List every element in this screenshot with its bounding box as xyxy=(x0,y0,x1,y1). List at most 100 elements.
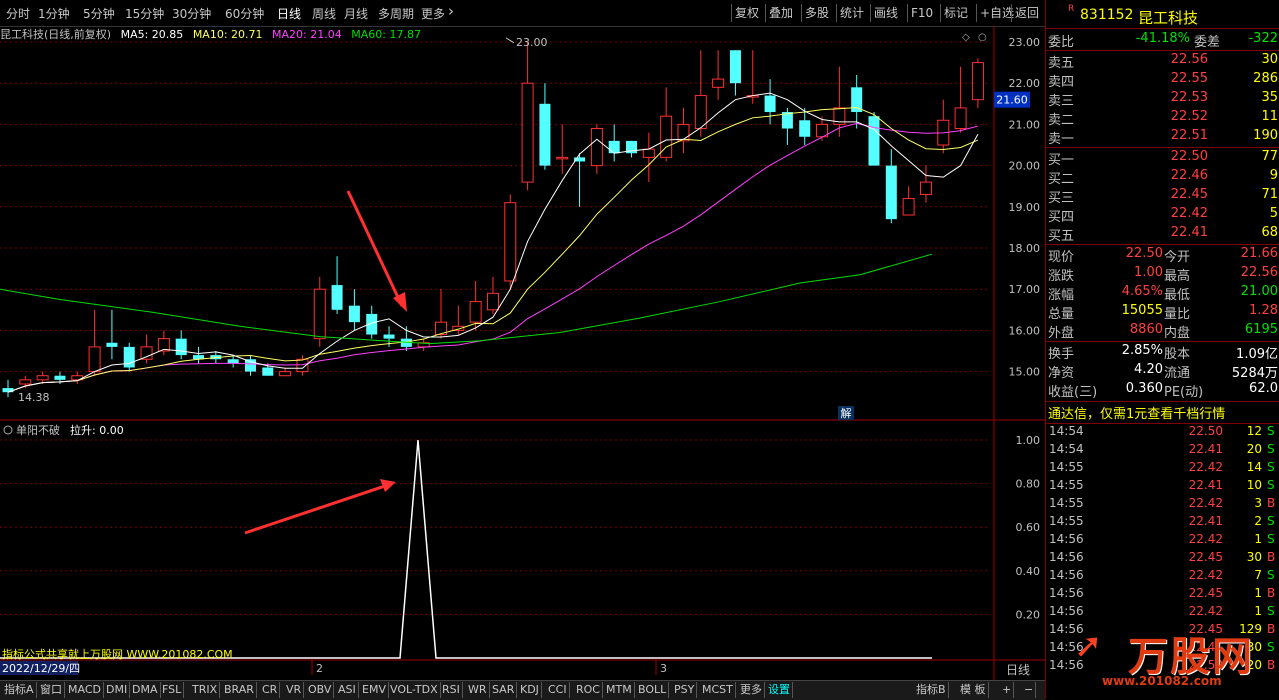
period-tab-7[interactable]: 周线 xyxy=(312,5,336,22)
candle-up[interactable] xyxy=(919,181,932,195)
toolbar-button-4[interactable]: 画线 xyxy=(870,4,901,22)
candle-down[interactable] xyxy=(885,165,897,220)
candle-up[interactable] xyxy=(642,148,655,158)
toolbar-button-3[interactable]: 统计 xyxy=(836,4,867,22)
period-tab-2[interactable]: 5分钟 xyxy=(83,5,115,22)
indicator-tab-5[interactable]: FSL xyxy=(160,682,185,698)
indicator-tab-24[interactable]: 更多 xyxy=(738,682,765,698)
tick-row-7: 14:56 22.45 30 B xyxy=(1046,550,1279,568)
candle-up[interactable] xyxy=(19,379,32,385)
candle-up[interactable] xyxy=(36,375,49,381)
indicator-tab-10[interactable]: OBV xyxy=(306,682,335,698)
indicator-tab-6[interactable]: TRIX xyxy=(190,682,221,698)
indicator-tab-11[interactable]: ASI xyxy=(336,682,359,698)
indicator-tab-13[interactable]: VOL-TDX xyxy=(388,682,441,698)
period-tab-0[interactable]: 分时 xyxy=(6,5,30,22)
period-tab-8[interactable]: 月线 xyxy=(344,5,368,22)
indicator-tab-18[interactable]: CCI xyxy=(546,682,570,698)
toolbar-button-6[interactable]: 标记 xyxy=(940,4,971,22)
indicator-tab-20[interactable]: MTM xyxy=(604,682,635,698)
candlestick-chart[interactable]: 23.00 22.00 21.00 20.00 19.00 18.00 17.00 16.00… xyxy=(0,26,1045,422)
indicator-tab-16[interactable]: SAR xyxy=(490,682,518,698)
indicator-tab-15[interactable]: WR xyxy=(466,682,490,698)
candle-down[interactable] xyxy=(2,388,14,393)
candle-down[interactable] xyxy=(331,285,343,310)
finance-label-2: PE(动) xyxy=(1164,385,1204,400)
candle-down[interactable] xyxy=(244,359,256,372)
period-tab-9[interactable]: 多周期 xyxy=(378,5,414,22)
period-tab-5[interactable]: 60分钟 xyxy=(225,5,264,22)
period-tab-10[interactable]: 更多 xyxy=(421,5,445,22)
candle-down[interactable] xyxy=(764,95,776,113)
candle-down[interactable] xyxy=(539,103,551,166)
candle-down[interactable] xyxy=(348,305,360,323)
candle-up[interactable] xyxy=(279,371,292,377)
indicator-tab-14[interactable]: RSI xyxy=(440,682,463,698)
indicator-tab-0[interactable]: 指标A xyxy=(2,682,37,698)
candle-down[interactable] xyxy=(54,375,66,380)
toolbar-button-8[interactable]: 返回 xyxy=(1011,4,1042,22)
indicator-tab-17[interactable]: KDJ xyxy=(518,682,542,698)
candle-down[interactable] xyxy=(799,120,811,137)
toolbar-button-2[interactable]: 多股 xyxy=(801,4,832,22)
candle-down[interactable] xyxy=(227,359,239,364)
candle-up[interactable] xyxy=(486,292,499,311)
candle-up[interactable] xyxy=(504,202,517,282)
candle-up[interactable] xyxy=(140,346,153,360)
candle-down[interactable] xyxy=(729,50,741,84)
period-tab-6[interactable]: 日线 xyxy=(277,5,301,22)
candle-down[interactable] xyxy=(608,140,620,154)
bottom-right-btn-2[interactable]: + xyxy=(1000,682,1015,698)
tick-price: 22.41 xyxy=(1188,478,1223,492)
candle-down[interactable] xyxy=(123,346,135,368)
candle-up[interactable] xyxy=(902,198,915,216)
candle-up[interactable] xyxy=(313,288,326,340)
candle-up[interactable] xyxy=(677,123,690,142)
indicator-tab-25[interactable]: 设置 xyxy=(766,682,793,698)
candle-down[interactable] xyxy=(868,116,880,166)
candle-down[interactable] xyxy=(851,87,863,113)
circle-icon[interactable]: ○ xyxy=(978,32,987,43)
candle-up[interactable] xyxy=(954,107,967,130)
bottom-right-btn-0[interactable]: 指标B xyxy=(914,682,949,698)
candle-up[interactable] xyxy=(971,62,984,101)
indicator-tab-3[interactable]: DMI xyxy=(104,682,131,698)
indicator-collapse-icon[interactable] xyxy=(3,425,13,435)
indicator-tab-2[interactable]: MACD xyxy=(66,682,104,698)
indicator-tab-12[interactable]: EMV xyxy=(360,682,389,698)
candle-up[interactable] xyxy=(469,301,482,323)
toolbar-button-1[interactable]: 叠加 xyxy=(765,4,796,22)
candle-up[interactable] xyxy=(556,156,569,160)
indicator-chart[interactable]: 1.00 0.80 0.60 0.40 0.20 单阳不破 拉升: 0.00 指标公式共享就上… xyxy=(0,420,1045,680)
candle-up[interactable] xyxy=(88,346,101,373)
price-axis-label: 22.00 xyxy=(1009,77,1041,90)
toolbar-button-0[interactable]: 复权 xyxy=(731,4,762,22)
candle-up[interactable] xyxy=(590,128,603,167)
candle-down[interactable] xyxy=(383,334,395,339)
period-tab-1[interactable]: 1分钟 xyxy=(38,5,70,22)
period-tab-3[interactable]: 15分钟 xyxy=(125,5,164,22)
candle-down[interactable] xyxy=(106,342,118,347)
promo-banner[interactable]: 通达信，仅需1元查看千档行情 xyxy=(1048,403,1225,422)
candle-up[interactable] xyxy=(694,95,707,130)
bottom-right-btn-3[interactable]: − xyxy=(1022,682,1037,698)
indicator-tab-19[interactable]: ROC xyxy=(574,682,603,698)
candle-up[interactable] xyxy=(712,78,725,88)
bottom-right-btn-1[interactable]: 模 板 xyxy=(958,682,989,698)
diamond-icon[interactable]: ◇ xyxy=(962,32,970,43)
indicator-tab-1[interactable]: 窗口 xyxy=(38,682,65,698)
indicator-tab-22[interactable]: PSY xyxy=(672,682,698,698)
stat-row-4: 外盘 8860 内盘 6195 xyxy=(1046,322,1279,341)
more-chevron-icon[interactable]: › xyxy=(448,2,454,20)
candle-down[interactable] xyxy=(175,338,187,356)
indicator-tab-21[interactable]: BOLL xyxy=(636,682,670,698)
indicator-tab-7[interactable]: BRAR xyxy=(222,682,257,698)
candle-up[interactable] xyxy=(521,82,534,183)
toolbar-button-5[interactable]: F10 xyxy=(907,4,936,22)
period-tab-4[interactable]: 30分钟 xyxy=(172,5,211,22)
indicator-tab-23[interactable]: MCST xyxy=(700,682,736,698)
indicator-tab-8[interactable]: CR xyxy=(260,682,281,698)
indicator-tab-9[interactable]: VR xyxy=(284,682,305,698)
indicator-tab-4[interactable]: DMA xyxy=(130,682,161,698)
candle-down[interactable] xyxy=(262,367,274,376)
